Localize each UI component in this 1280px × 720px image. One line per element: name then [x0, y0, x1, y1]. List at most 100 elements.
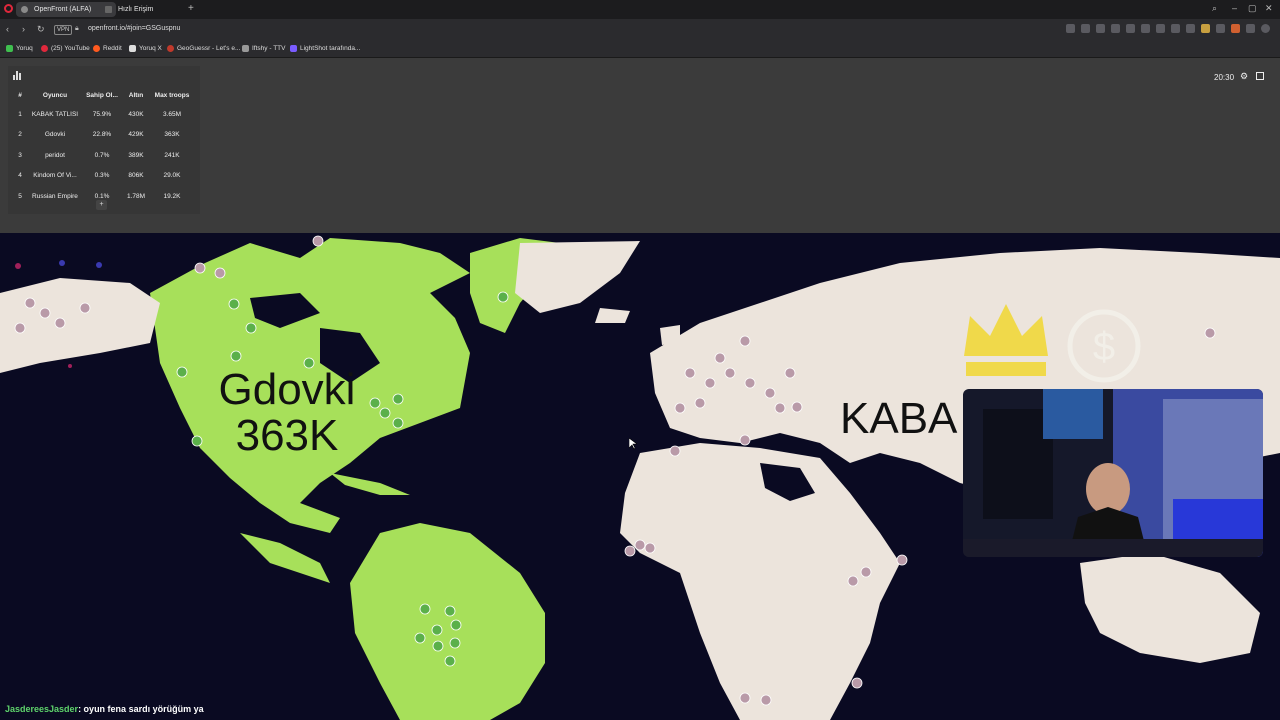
chat-message: JasdereesJasder: oyun fena sardı yörüğüm… [5, 704, 204, 714]
tab-label: OpenFront (ALFA) [34, 6, 92, 13]
bookmark-label: GeoGuessr - Let's e... [177, 45, 241, 52]
extension-icon[interactable] [1246, 24, 1255, 33]
crown-icon [964, 304, 1048, 376]
extension-icon[interactable] [1201, 24, 1210, 33]
troops-cell: 29.0K [163, 172, 181, 180]
bookmark-icon [242, 45, 249, 52]
bookmark-icon [6, 45, 13, 52]
gold-cell: 1.78M [126, 192, 146, 200]
bookmark-label: LightShot tarafında... [300, 45, 361, 52]
rank-cell: 3 [18, 151, 22, 159]
gold-cell: 389K [128, 151, 144, 159]
openfront-favicon-icon [21, 6, 28, 13]
extension-icon[interactable] [1141, 24, 1150, 33]
bookmark-yoruq[interactable]: Yoruq [6, 45, 33, 52]
bookmark-iftshy[interactable]: Iftshy - TTV [242, 45, 285, 52]
col-max-troops[interactable]: Max troops [150, 87, 194, 104]
new-tab-icon[interactable]: + [188, 3, 194, 14]
player-cell: Kindom Of Vi... [33, 172, 77, 180]
player-label-gdovki: Gdovki 363K [207, 367, 367, 459]
youtube-icon [41, 45, 48, 52]
owned-cell: 75.9% [92, 110, 112, 118]
bookmark-reddit[interactable]: Reddit [93, 45, 122, 52]
rank-cell: 1 [18, 110, 22, 118]
tab-label: Hızlı Erişim [118, 6, 154, 13]
geoguessr-icon [167, 45, 174, 52]
col-player[interactable]: Oyuncu [28, 87, 82, 104]
owned-cell: 0.3% [94, 172, 110, 180]
search-icon[interactable]: ⌕ [1212, 3, 1217, 14]
gold-cell: 430K [128, 110, 144, 118]
exit-icon[interactable] [1256, 72, 1264, 80]
extension-icon[interactable] [1096, 24, 1105, 33]
tab-quick-access[interactable]: Hızlı Erişim [100, 2, 198, 17]
bookmarks-bar: Yoruq (25) YouTube Reddit Yoruq X GeoGue… [0, 41, 1280, 58]
extension-icon[interactable] [1186, 24, 1195, 33]
minimize-icon[interactable]: – [1232, 3, 1237, 13]
leaderboard-row[interactable]: 4 Kindom Of Vi... 0.3% 806K 29.0K [12, 166, 194, 187]
forward-icon[interactable]: › [22, 24, 25, 34]
leaderboard-chart-icon[interactable] [13, 71, 22, 80]
player-cell: KABAK TATLISI [31, 110, 79, 118]
gold-coin-icon: $ [1067, 309, 1141, 383]
url-field[interactable]: openfront.io/#join=GSGuspnu [88, 25, 180, 32]
gold-cell: 429K [128, 131, 144, 139]
extension-icon[interactable] [1216, 24, 1225, 33]
extension-icon[interactable] [1066, 24, 1075, 33]
vpn-badge[interactable]: VPN [54, 25, 73, 35]
player-cell: peridot [45, 151, 65, 159]
troops-cell: 19.2K [163, 192, 181, 200]
extension-icon[interactable] [1231, 24, 1240, 33]
col-rank[interactable]: # [12, 87, 28, 104]
leaderboard-header-row: # Oyuncu Sahip Ol... Altın Max troops [12, 87, 194, 104]
bookmark-label: Yoruq [16, 45, 33, 52]
chat-text: : oyun fena sardı yörüğüm ya [78, 704, 204, 714]
bookmark-label: Iftshy - TTV [252, 45, 286, 52]
leaderboard-row[interactable]: 2 Gdovki 22.8% 429K 363K [12, 125, 194, 146]
lightshot-icon [290, 45, 297, 52]
close-window-icon[interactable]: ✕ [1265, 3, 1273, 14]
rank-cell: 5 [18, 192, 22, 200]
reddit-icon [93, 45, 100, 52]
player-label-name: Gdovki [218, 365, 356, 414]
col-owned[interactable]: Sahip Ol... [82, 87, 122, 104]
x-icon [129, 45, 136, 52]
owned-cell: 22.8% [92, 131, 112, 139]
profile-icon[interactable] [1261, 24, 1270, 33]
extension-icon[interactable] [1171, 24, 1180, 33]
player-label-troops: 363K [235, 411, 339, 460]
player-cell: Russian Empire [32, 192, 78, 200]
player-label-kabak: KABA [840, 396, 957, 442]
extension-icon[interactable] [1156, 24, 1165, 33]
leaderboard-expand-button[interactable]: + [96, 200, 107, 210]
chat-sender: JasdereesJasder [5, 704, 79, 714]
gold-cell: 806K [128, 172, 144, 180]
bookmark-youtube[interactable]: (25) YouTube [41, 45, 90, 52]
svg-text:$: $ [1093, 325, 1115, 369]
owned-cell: 0.7% [94, 151, 110, 159]
gear-icon[interactable]: ⚙ [1240, 71, 1248, 82]
maximize-icon[interactable]: ▢ [1248, 3, 1257, 14]
bookmark-lightshot[interactable]: LightShot tarafında... [290, 45, 360, 52]
troops-cell: 363K [164, 131, 180, 139]
bookmark-geoguessr[interactable]: GeoGuessr - Let's e... [167, 45, 240, 52]
leaderboard-row[interactable]: 1 KABAK TATLISI 75.9% 430K 3.65M [12, 104, 194, 125]
lock-icon[interactable]: 🔒︎ [75, 25, 79, 33]
col-gold[interactable]: Altın [122, 87, 150, 104]
extension-icon[interactable] [1126, 24, 1135, 33]
extension-icon[interactable] [1081, 24, 1090, 33]
rank-cell: 2 [18, 131, 22, 139]
bookmark-label: Yoruq X [139, 45, 162, 52]
bookmark-yoruq-x[interactable]: Yoruq X [129, 45, 162, 52]
extension-icons [1066, 24, 1270, 33]
extension-icon[interactable] [1111, 24, 1120, 33]
troops-cell: 3.65M [162, 110, 182, 118]
rank-cell: 4 [18, 172, 22, 180]
back-icon[interactable]: ‹ [6, 24, 9, 34]
bookmark-label: Reddit [103, 45, 122, 52]
grid-icon [105, 6, 112, 13]
leaderboard-row[interactable]: 3 peridot 0.7% 389K 241K [12, 145, 194, 166]
opera-menu-icon[interactable] [4, 4, 13, 13]
streamer-webcam-image [963, 389, 1263, 557]
reload-icon[interactable]: ↻ [37, 24, 45, 35]
